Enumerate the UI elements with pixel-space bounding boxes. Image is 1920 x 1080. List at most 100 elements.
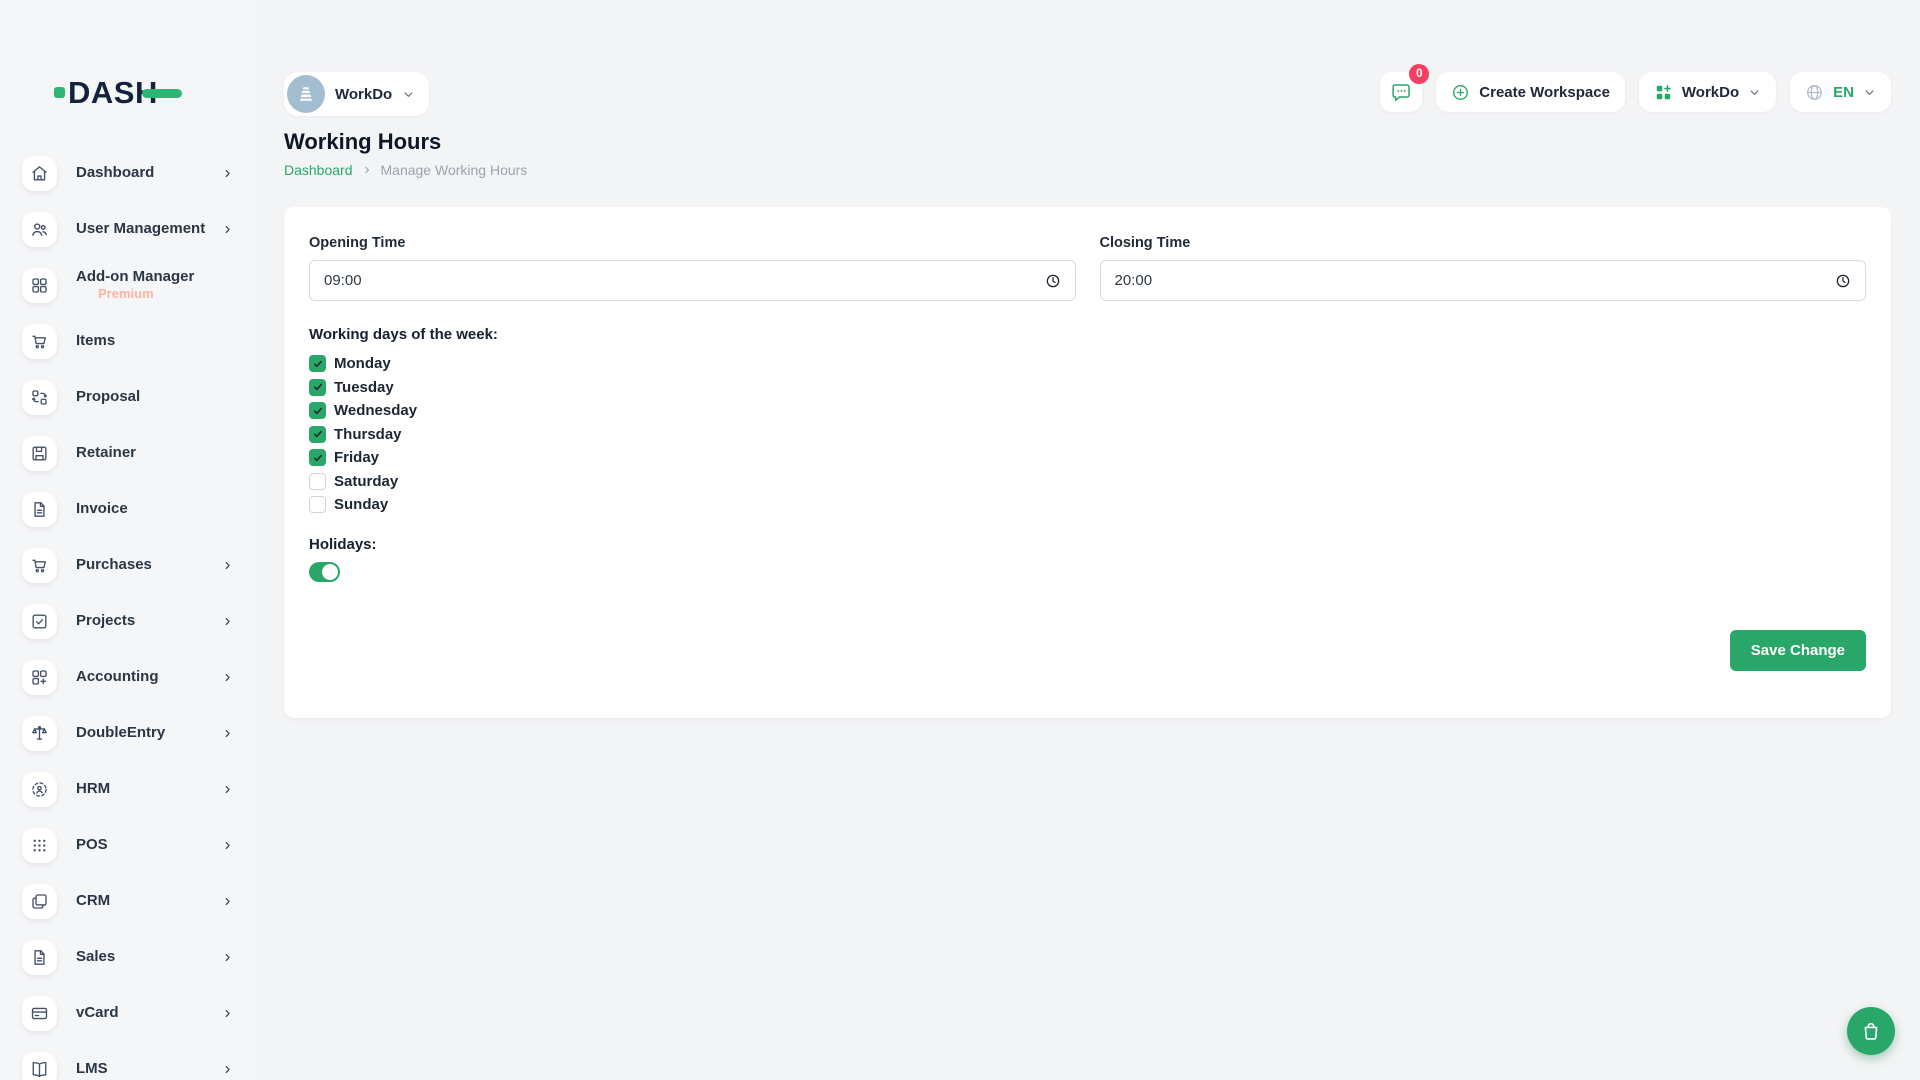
sidebar: DASH DashboardUser ManagementAdd-on Mana… bbox=[0, 0, 257, 1080]
sidebar-item-accounting[interactable]: Accounting bbox=[0, 649, 257, 705]
working-days-label: Working days of the week: bbox=[309, 326, 1866, 343]
clock-icon[interactable] bbox=[1835, 273, 1851, 289]
sidebar-item-pos[interactable]: POS bbox=[0, 817, 257, 873]
chevron-down-icon bbox=[402, 88, 415, 101]
premium-badge: Premium bbox=[98, 286, 233, 302]
chevron-right-icon bbox=[222, 1064, 233, 1075]
working-days-list: Monday Tuesday Wednesday ThursdayFriday Satu… bbox=[309, 352, 1866, 517]
globe-icon bbox=[1805, 83, 1824, 102]
workspace-name: WorkDo bbox=[335, 86, 392, 103]
sidebar-item-proposal[interactable]: Proposal bbox=[0, 369, 257, 425]
sidebar-item-label: vCard bbox=[76, 1004, 222, 1023]
save-change-button[interactable]: Save Change bbox=[1730, 630, 1866, 671]
sidebar-item-vcard[interactable]: vCard bbox=[0, 985, 257, 1041]
day-row-thursday[interactable]: Thursday bbox=[309, 423, 1866, 447]
day-row-friday[interactable]: Friday bbox=[309, 446, 1866, 470]
day-row-wednesday[interactable]: Wednesday bbox=[309, 399, 1866, 423]
breadcrumb: Dashboard Manage Working Hours bbox=[284, 162, 1891, 178]
toggle-knob bbox=[322, 564, 338, 580]
floating-shop-button[interactable] bbox=[1847, 1007, 1895, 1055]
dots-grid-icon bbox=[22, 828, 57, 863]
sidebar-item-label: POS bbox=[76, 836, 222, 855]
messages-badge: 0 bbox=[1409, 64, 1429, 84]
floppy-icon bbox=[22, 436, 57, 471]
chevron-down-icon bbox=[1748, 86, 1761, 99]
overlap-squares-icon bbox=[22, 884, 57, 919]
sidebar-item-crm[interactable]: CRM bbox=[0, 873, 257, 929]
sidebar-item-user-management[interactable]: User Management bbox=[0, 201, 257, 257]
sidebar-item-label: Projects bbox=[76, 612, 222, 631]
sidebar-item-invoice[interactable]: Invoice bbox=[0, 481, 257, 537]
sidebar-item-label: Sales bbox=[76, 948, 222, 967]
sidebar-item-label: HRM bbox=[76, 780, 222, 799]
workdo-dropdown[interactable]: WorkDo bbox=[1639, 72, 1776, 112]
clock-icon[interactable] bbox=[1045, 273, 1061, 289]
book-icon bbox=[22, 1052, 57, 1080]
chevron-right-icon bbox=[222, 1008, 233, 1019]
grid-plus-icon bbox=[1654, 83, 1673, 102]
logo-dash-icon bbox=[142, 89, 182, 98]
chevron-right-icon bbox=[222, 784, 233, 795]
day-checkbox-saturday[interactable] bbox=[309, 473, 326, 490]
day-checkbox-tuesday[interactable] bbox=[309, 379, 326, 396]
day-row-tuesday[interactable]: Tuesday bbox=[309, 376, 1866, 400]
sidebar-item-sales[interactable]: Sales bbox=[0, 929, 257, 985]
day-label: Wednesday bbox=[334, 402, 417, 419]
language-dropdown[interactable]: EN bbox=[1790, 72, 1891, 112]
day-checkbox-monday[interactable] bbox=[309, 355, 326, 372]
sidebar-item-retainer[interactable]: Retainer bbox=[0, 425, 257, 481]
closing-time-label: Closing Time bbox=[1100, 235, 1867, 251]
sidebar-item-label: Proposal bbox=[76, 388, 233, 407]
users-icon bbox=[22, 212, 57, 247]
sidebar-item-items[interactable]: Items bbox=[0, 313, 257, 369]
grid-plus-icon bbox=[22, 660, 57, 695]
messages-button[interactable]: 0 bbox=[1380, 72, 1422, 112]
day-checkbox-wednesday[interactable] bbox=[309, 402, 326, 419]
day-row-sunday[interactable]: Sunday bbox=[309, 493, 1866, 517]
holidays-toggle[interactable] bbox=[309, 562, 340, 582]
sidebar-item-label: Retainer bbox=[76, 444, 233, 463]
closing-time-input[interactable]: 20:00 bbox=[1100, 260, 1867, 301]
day-checkbox-friday[interactable] bbox=[309, 449, 326, 466]
swap-squares-icon bbox=[22, 380, 57, 415]
sidebar-item-label: Items bbox=[76, 332, 233, 351]
sidebar-item-lms[interactable]: LMS bbox=[0, 1041, 257, 1080]
chevron-right-icon bbox=[222, 952, 233, 963]
scales-icon bbox=[22, 716, 57, 751]
sidebar-item-label: Purchases bbox=[76, 556, 222, 575]
sidebar-item-hrm[interactable]: HRM bbox=[0, 761, 257, 817]
day-checkbox-thursday[interactable] bbox=[309, 426, 326, 443]
sidebar-item-purchases[interactable]: Purchases bbox=[0, 537, 257, 593]
sidebar-item-projects[interactable]: Projects bbox=[0, 593, 257, 649]
grid-icon bbox=[22, 268, 57, 303]
day-label: Sunday bbox=[334, 496, 388, 513]
page-title: Working Hours bbox=[284, 129, 1891, 155]
day-row-monday[interactable]: Monday bbox=[309, 352, 1866, 376]
sidebar-item-dashboard[interactable]: Dashboard bbox=[0, 145, 257, 201]
sidebar-item-add-on-manager[interactable]: Add-on ManagerPremium bbox=[0, 257, 257, 313]
sidebar-item-label: Invoice bbox=[76, 500, 233, 519]
plus-circle-icon bbox=[1451, 83, 1470, 102]
create-workspace-label: Create Workspace bbox=[1479, 84, 1610, 101]
day-label: Saturday bbox=[334, 473, 398, 490]
breadcrumb-current: Manage Working Hours bbox=[381, 162, 528, 178]
working-hours-card: Opening Time 09:00 Closing Time 20:00 Wo… bbox=[284, 207, 1891, 718]
cart-icon bbox=[22, 548, 57, 583]
sidebar-item-label: LMS bbox=[76, 1060, 222, 1079]
closing-time-value: 20:00 bbox=[1115, 272, 1836, 289]
home-icon bbox=[22, 156, 57, 191]
file-icon bbox=[22, 492, 57, 527]
sidebar-item-label: CRM bbox=[76, 892, 222, 911]
day-checkbox-sunday[interactable] bbox=[309, 496, 326, 513]
sidebar-item-doubleentry[interactable]: DoubleEntry bbox=[0, 705, 257, 761]
shopping-bag-icon bbox=[1860, 1020, 1882, 1042]
create-workspace-button[interactable]: Create Workspace bbox=[1436, 72, 1625, 112]
chevron-right-icon bbox=[222, 224, 233, 235]
day-label: Tuesday bbox=[334, 379, 394, 396]
hrm-circle-icon bbox=[22, 772, 57, 807]
app-logo[interactable]: DASH bbox=[54, 72, 257, 112]
breadcrumb-dashboard-link[interactable]: Dashboard bbox=[284, 162, 353, 178]
opening-time-input[interactable]: 09:00 bbox=[309, 260, 1076, 301]
workspace-selector[interactable]: WorkDo bbox=[284, 72, 429, 116]
day-row-saturday[interactable]: Saturday bbox=[309, 470, 1866, 494]
